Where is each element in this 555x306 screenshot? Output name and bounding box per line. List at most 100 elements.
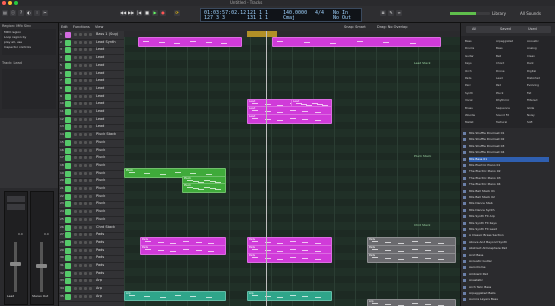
input-monitor-button[interactable] (89, 217, 92, 221)
library-category[interactable]: Sound FX (496, 113, 509, 117)
mute-button[interactable] (74, 48, 77, 52)
mute-button[interactable] (74, 264, 77, 267)
input-monitor-button[interactable] (89, 33, 92, 36)
input-monitor-button[interactable] (89, 287, 92, 291)
record-enable-button[interactable] (84, 110, 87, 113)
solo-button[interactable] (79, 163, 82, 167)
solo-button[interactable] (79, 294, 82, 298)
record-enable-button[interactable] (84, 256, 87, 260)
library-category[interactable]: Distorted (527, 76, 540, 80)
record-enable-button[interactable] (84, 171, 87, 175)
library-category[interactable]: Bell (496, 54, 501, 58)
library-category[interactable]: Perc (465, 83, 471, 87)
midi-region[interactable]: Arp (367, 298, 456, 306)
input-monitor-button[interactable] (89, 102, 92, 106)
library-category[interactable]: Mallet (465, 120, 474, 124)
library-toggle-icon[interactable]: ▤ (2, 10, 8, 16)
library-category[interactable]: Keys (465, 61, 472, 65)
library-patch-item[interactable]: 80s Synth FX Lead (463, 227, 549, 232)
master-volume-slider[interactable] (450, 12, 490, 15)
editors-icon[interactable]: ✂ (42, 10, 48, 16)
record-enable-button[interactable] (84, 148, 87, 152)
library-patch-item[interactable]: 80s Shuffle Drumset 04 (463, 150, 549, 155)
library-patch-item[interactable]: 80s Bell Stack 02 (463, 195, 549, 200)
library-patch-item[interactable]: Abstract Atmosphere Pad (463, 246, 549, 251)
library-patch-item[interactable]: 80s Shuffle Drumset 01 (463, 131, 549, 136)
solo-button[interactable] (79, 33, 82, 36)
record-enable-button[interactable] (84, 86, 87, 90)
record-enable-button[interactable] (84, 71, 87, 75)
mute-button[interactable] (74, 102, 77, 106)
library-category[interactable]: Pads (465, 76, 472, 80)
mute-button[interactable] (74, 240, 77, 244)
record-enable-button[interactable] (84, 63, 87, 67)
library-tab-saved[interactable]: Saved (500, 27, 511, 31)
record-enable-button[interactable] (84, 294, 87, 298)
input-monitor-button[interactable] (89, 256, 92, 260)
input-monitor-button[interactable] (89, 163, 92, 167)
edit-menu[interactable]: Edit (61, 25, 68, 29)
mute-button[interactable] (74, 271, 77, 275)
record-enable-button[interactable] (84, 79, 87, 83)
input-monitor-button[interactable] (89, 71, 92, 75)
library-category[interactable]: Glide (527, 106, 534, 110)
minimize-window-button[interactable] (8, 1, 12, 5)
input-monitor-button[interactable] (89, 210, 92, 214)
solo-button[interactable] (79, 256, 82, 260)
solo-button[interactable] (79, 71, 82, 75)
record-enable-button[interactable] (84, 217, 87, 221)
record-enable-button[interactable] (84, 240, 87, 244)
solo-button[interactable] (79, 233, 82, 237)
input-monitor-button[interactable] (89, 86, 92, 90)
library-patch-item[interactable]: 80s Bell Stack 01 (463, 189, 549, 194)
library-category[interactable]: Noisy (527, 113, 535, 117)
record-enable-button[interactable] (84, 248, 87, 252)
library-category[interactable]: Orch (465, 69, 472, 73)
library-category[interactable]: Synth (465, 91, 473, 95)
functions-menu[interactable]: Functions (73, 25, 90, 29)
input-monitor-button[interactable] (89, 279, 92, 283)
input-monitor-button[interactable] (89, 110, 92, 113)
solo-button[interactable] (79, 171, 82, 175)
library-patch-item[interactable]: Arpeggiated Bells (463, 291, 549, 296)
library-category[interactable]: Pluck (496, 91, 503, 95)
lcd-display[interactable]: 01:03:57:02.12 127 3 3 121 1 1 131 1 1 1… (200, 8, 362, 22)
zoom-window-button[interactable] (14, 1, 18, 5)
record-enable-button[interactable] (84, 279, 87, 283)
solo-button[interactable] (79, 210, 82, 214)
mute-button[interactable] (74, 33, 77, 36)
input-monitor-button[interactable] (89, 148, 92, 152)
library-category[interactable]: Bass (496, 46, 503, 50)
record-enable-button[interactable] (84, 225, 87, 229)
input-monitor-button[interactable] (89, 48, 92, 52)
solo-button[interactable] (79, 279, 82, 283)
rewind-button[interactable]: ◀◀ (120, 10, 126, 16)
mute-button[interactable] (74, 294, 77, 298)
record-enable-button[interactable] (84, 163, 87, 167)
library-category[interactable]: Drone (496, 69, 504, 73)
solo-button[interactable] (79, 110, 82, 113)
solo-button[interactable] (79, 102, 82, 106)
input-monitor-button[interactable] (89, 125, 92, 129)
library-category[interactable]: Clean (527, 54, 535, 58)
record-enable-button[interactable] (84, 140, 87, 144)
input-monitor-button[interactable] (89, 56, 92, 60)
library-patch-item[interactable]: The Electric Piano 02 (463, 169, 549, 174)
library-patch-item[interactable]: Anastatic (463, 278, 549, 283)
mute-button[interactable] (74, 179, 77, 183)
library-patch-item[interactable]: 80s Shuffle Drumset 03 (463, 144, 549, 149)
library-category[interactable]: Filtered (527, 98, 537, 102)
library-patch-item[interactable]: 80s Bass 01 (463, 156, 549, 162)
midi-region[interactable]: Pluck (182, 183, 226, 194)
solo-button[interactable] (79, 240, 82, 244)
go-to-start-button[interactable]: |◀ (136, 10, 142, 16)
solo-button[interactable] (79, 156, 82, 160)
library-patch-item[interactable]: Aerodrome (463, 265, 549, 270)
solo-button[interactable] (79, 225, 82, 229)
library-category[interactable]: Bass (465, 39, 472, 43)
mute-button[interactable] (74, 156, 77, 160)
record-enable-button[interactable] (84, 117, 87, 121)
midi-region[interactable]: Pads (367, 252, 456, 263)
eq-slot[interactable] (7, 196, 25, 202)
record-enable-button[interactable] (84, 125, 87, 129)
